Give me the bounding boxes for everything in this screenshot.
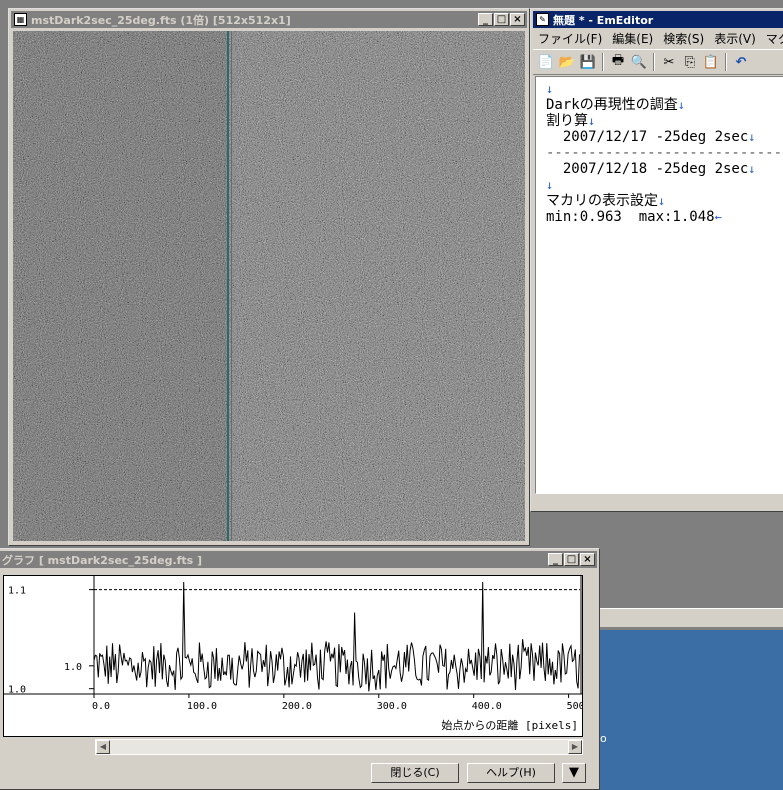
newline-mark: ↓: [658, 194, 666, 208]
newline-mark: ↓: [546, 178, 554, 192]
x-tick-label: 300.0: [377, 701, 407, 712]
scroll-right-arrow-icon[interactable]: ▶: [568, 740, 582, 754]
background-window: [600, 630, 783, 790]
graph-minimize-button[interactable]: _: [548, 553, 563, 566]
x-tick-label: 0.0: [92, 701, 110, 712]
new-file-icon[interactable]: 📄: [537, 53, 555, 71]
image-column-seam: [227, 31, 229, 541]
editor-line: Darkの再現性の調査↓: [546, 97, 685, 113]
image-viewer-titlebar[interactable]: ▦ mstDark2sec_25deg.fts (1倍) [512x512x1]…: [11, 11, 527, 28]
image-file-icon: ▦: [14, 13, 27, 26]
profile-chart: 1.1 1.0 1.0 0.0 100.0 200.0 300.0 400.0 500.0 始点か…: [4, 576, 597, 732]
graph-horizontal-scrollbar[interactable]: ◀ ▶: [95, 739, 583, 755]
undo-icon[interactable]: ↶: [732, 53, 750, 71]
maximize-button[interactable]: □: [494, 13, 509, 26]
editor-line: min:0.963 max:1.048←: [546, 209, 722, 225]
x-tick-label: 200.0: [282, 701, 312, 712]
emeditor-window: ✎ 無題 * - EmEditor ファイル(F) 編集(E) 検索(S) 表示…: [530, 8, 783, 512]
x-tick-label: 100.0: [187, 701, 217, 712]
graph-menu-dropdown-button[interactable]: ▼: [562, 763, 586, 783]
editor-toolbar: 📄 📂 💾 🖶 🔍 ✂ ⎘ 📋 ↶: [533, 49, 783, 75]
background-window-header: [600, 608, 783, 627]
editor-text-area[interactable]: ↓ Darkの再現性の調査↓ 割り算↓ 2007/12/17 -25deg 2s…: [535, 76, 783, 494]
copy-icon[interactable]: ⎘: [681, 53, 699, 71]
save-icon[interactable]: 💾: [579, 53, 597, 71]
image-viewer-window: ▦ mstDark2sec_25deg.fts (1倍) [512x512x1]…: [8, 8, 530, 546]
editor-line: 割り算↓: [546, 113, 596, 129]
y-tick-label: 1.0: [8, 685, 26, 696]
newline-mark: ↓: [748, 130, 756, 144]
toolbar-separator: [725, 53, 727, 71]
editor-titlebar[interactable]: ✎ 無題 * - EmEditor: [533, 11, 783, 28]
graph-maximize-button[interactable]: □: [564, 553, 579, 566]
editor-app-icon: ✎: [536, 13, 549, 26]
graph-close-button[interactable]: ×: [580, 553, 595, 566]
scroll-left-arrow-icon[interactable]: ◀: [96, 740, 110, 754]
toolbar-separator: [602, 53, 604, 71]
editor-divider-line: -----------------------------------: [546, 145, 783, 161]
newline-mark: ↓: [588, 114, 596, 128]
paste-icon[interactable]: 📋: [702, 53, 720, 71]
fits-image-canvas[interactable]: [13, 31, 525, 541]
image-viewer-title: mstDark2sec_25deg.fts (1倍) [512x512x1]: [31, 13, 291, 27]
eof-mark: ←: [714, 210, 722, 224]
editor-line: 2007/12/18 -25deg 2sec↓: [546, 161, 756, 177]
print-preview-icon[interactable]: 🔍: [630, 53, 648, 71]
minimize-button[interactable]: _: [478, 13, 493, 26]
help-button[interactable]: ヘルプ(H): [467, 763, 555, 783]
print-icon[interactable]: 🖶: [609, 53, 627, 71]
close-graph-button[interactable]: 閉じる(C): [371, 763, 459, 783]
newline-mark: ↓: [677, 98, 685, 112]
dark-frame-image: [13, 31, 525, 541]
x-tick-label: 500.0: [567, 701, 582, 712]
menu-edit[interactable]: 編集(E): [607, 29, 658, 47]
editor-line: 2007/12/17 -25deg 2sec↓: [546, 129, 756, 145]
editor-title: 無題 * - EmEditor: [553, 13, 654, 27]
x-axis-label: 始点からの距離 [pixels]: [441, 718, 578, 732]
open-folder-icon[interactable]: 📂: [558, 53, 576, 71]
editor-line: ↓: [546, 177, 783, 193]
profile-series-line: [93, 581, 580, 692]
y-tick-label: 1.0: [64, 662, 82, 673]
menu-file[interactable]: ファイル(F): [533, 29, 607, 47]
editor-menubar: ファイル(F) 編集(E) 検索(S) 表示(V) マク: [533, 29, 783, 47]
graph-titlebar[interactable]: グラフ [ mstDark2sec_25deg.fts ] _ □ ×: [0, 551, 597, 568]
newline-mark: ↓: [546, 82, 554, 96]
newline-mark: ↓: [748, 162, 756, 176]
background-window-glyph: o: [600, 732, 607, 745]
graph-window: グラフ [ mstDark2sec_25deg.fts ] _ □ × 1.1 1…: [0, 548, 600, 790]
close-button[interactable]: ×: [510, 13, 525, 26]
menu-search[interactable]: 検索(S): [658, 29, 709, 47]
toolbar-separator: [653, 53, 655, 71]
editor-line: マカリの表示設定↓: [546, 193, 666, 209]
cut-icon[interactable]: ✂: [660, 53, 678, 71]
menu-view[interactable]: 表示(V): [709, 29, 761, 47]
editor-line: ↓: [546, 81, 783, 97]
y-tick-label: 1.1: [8, 586, 26, 597]
x-tick-label: 400.0: [472, 701, 502, 712]
graph-title: グラフ [ mstDark2sec_25deg.fts ]: [2, 553, 203, 567]
menu-macro[interactable]: マク: [761, 29, 783, 47]
profile-graph[interactable]: 1.1 1.0 1.0 0.0 100.0 200.0 300.0 400.0 500.0 始点か…: [3, 575, 597, 737]
